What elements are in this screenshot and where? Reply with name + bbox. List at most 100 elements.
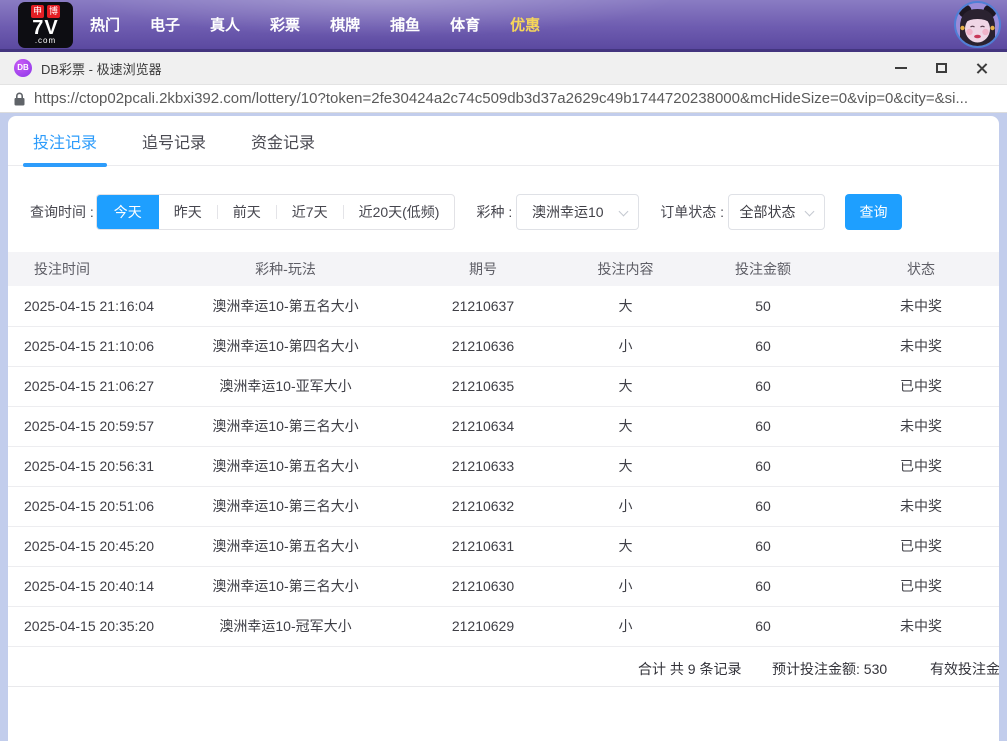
minimize-icon: [895, 67, 907, 69]
table-row: 2025-04-15 20:35:20澳洲幸运10-冠军大小21210629小6…: [8, 606, 999, 646]
maximize-button[interactable]: [921, 53, 961, 83]
table-row: 2025-04-15 20:59:57澳洲幸运10-第三名大小21210634大…: [8, 406, 999, 446]
cell-bet-content: 大: [568, 526, 683, 566]
cell-game-play: 澳洲幸运10-第三名大小: [173, 486, 398, 526]
cell-status: 未中奖: [843, 486, 999, 526]
cell-game-play: 澳洲幸运10-第五名大小: [173, 286, 398, 326]
table-header-row: 投注时间彩种-玩法期号投注内容投注金额状态: [8, 252, 999, 286]
column-header: 期号: [398, 252, 568, 286]
cell-issue-number: 21210633: [398, 446, 568, 486]
table-body: 2025-04-15 21:16:04澳洲幸运10-第五名大小21210637大…: [8, 286, 999, 646]
nav-item[interactable]: 热门: [90, 14, 120, 35]
time-filter-label: 查询时间 :: [30, 202, 94, 222]
column-header: 状态: [843, 252, 999, 286]
cell-bet-content: 小: [568, 566, 683, 606]
column-header: 投注内容: [568, 252, 683, 286]
summary-bar: 合计 共 9 条记录 预计投注金额: 530 有效投注金额: [8, 647, 999, 687]
cell-game-play: 澳洲幸运10-第五名大小: [173, 446, 398, 486]
close-button[interactable]: [961, 53, 1001, 83]
cell-bet-amount: 60: [683, 406, 843, 446]
cell-bet-amount: 60: [683, 606, 843, 646]
cell-issue-number: 21210630: [398, 566, 568, 606]
cell-status: 未中奖: [843, 286, 999, 326]
table-row: 2025-04-15 21:06:27澳洲幸运10-亚军大小21210635大6…: [8, 366, 999, 406]
table-row: 2025-04-15 20:56:31澳洲幸运10-第五名大小21210633大…: [8, 446, 999, 486]
site-navbar: 申 博 7V .com 热门 电子 真人 彩票 棋牌 捕鱼 体育 优惠: [0, 0, 1007, 52]
cell-bet-amount: 60: [683, 446, 843, 486]
cell-status: 已中奖: [843, 446, 999, 486]
cell-bet-amount: 50: [683, 286, 843, 326]
cell-game-play: 澳洲幸运10-第五名大小: [173, 526, 398, 566]
cell-issue-number: 21210636: [398, 326, 568, 366]
url-text[interactable]: https://ctop02pcali.2kbxi392.com/lottery…: [34, 90, 1007, 107]
cell-bet-time: 2025-04-15 21:06:27: [8, 366, 173, 406]
cell-game-play: 澳洲幸运10-亚军大小: [173, 366, 398, 406]
tab-active[interactable]: 投注记录: [33, 116, 97, 165]
nav-item[interactable]: 彩票: [270, 14, 300, 35]
table-row: 2025-04-15 20:51:06澳洲幸运10-第三名大小21210632小…: [8, 486, 999, 526]
cell-game-play: 澳洲幸运10-第四名大小: [173, 326, 398, 366]
order-status-select[interactable]: 全部状态: [728, 194, 825, 230]
cell-status: 已中奖: [843, 566, 999, 606]
nav-items: 热门 电子 真人 彩票 棋牌 捕鱼 体育 优惠: [90, 14, 954, 35]
site-logo[interactable]: 申 博 7V .com: [18, 2, 73, 48]
cell-status: 未中奖: [843, 606, 999, 646]
user-avatar-icon[interactable]: [954, 1, 1001, 48]
chevron-down-icon: [619, 207, 629, 217]
cell-game-play: 澳洲幸运10-第三名大小: [173, 406, 398, 446]
chevron-down-icon: [805, 207, 815, 217]
time-option[interactable]: 近20天(低频): [344, 195, 455, 229]
tab-inactive[interactable]: 资金记录: [251, 116, 315, 165]
lottery-select[interactable]: 澳洲幸运10: [516, 194, 639, 230]
browser-favicon-icon: DB: [14, 59, 32, 77]
time-option[interactable]: 前天: [218, 195, 276, 229]
cell-bet-content: 大: [568, 366, 683, 406]
cell-status: 已中奖: [843, 366, 999, 406]
cell-status: 未中奖: [843, 326, 999, 366]
bet-records-table: 投注时间彩种-玩法期号投注内容投注金额状态 2025-04-15 21:16:0…: [8, 252, 999, 647]
cell-bet-amount: 60: [683, 366, 843, 406]
lottery-filter-label: 彩种 :: [476, 202, 512, 222]
cell-game-play: 澳洲幸运10-第三名大小: [173, 566, 398, 606]
titlebar: DB DB彩票 - 极速浏览器: [0, 52, 1007, 85]
cell-bet-time: 2025-04-15 20:51:06: [8, 486, 173, 526]
url-bar: https://ctop02pcali.2kbxi392.com/lottery…: [0, 85, 1007, 113]
summary-valid-amount: 有效投注金额: [930, 659, 999, 679]
cell-bet-time: 2025-04-15 20:40:14: [8, 566, 173, 606]
cell-bet-content: 大: [568, 286, 683, 326]
time-option[interactable]: 昨天: [159, 195, 217, 229]
maximize-icon: [936, 63, 947, 73]
nav-item[interactable]: 真人: [210, 14, 240, 35]
tab-inactive[interactable]: 追号记录: [142, 116, 206, 165]
window-controls: [881, 53, 1001, 83]
time-option[interactable]: 今天: [97, 194, 159, 230]
search-button[interactable]: 查询: [845, 194, 902, 230]
time-option[interactable]: 近7天: [277, 195, 343, 229]
cell-bet-content: 小: [568, 606, 683, 646]
cell-issue-number: 21210634: [398, 406, 568, 446]
nav-item[interactable]: 棋牌: [330, 14, 360, 35]
lottery-select-value: 澳洲幸运10: [532, 202, 604, 222]
nav-item[interactable]: 捕鱼: [390, 14, 420, 35]
nav-item[interactable]: 优惠: [510, 14, 540, 35]
nav-item[interactable]: 电子: [150, 14, 180, 35]
lock-icon: [14, 92, 25, 106]
cell-bet-content: 大: [568, 446, 683, 486]
browser-window: 申 博 7V .com 热门 电子 真人 彩票 棋牌 捕鱼 体育 优惠: [0, 0, 1007, 742]
cell-issue-number: 21210632: [398, 486, 568, 526]
cell-bet-content: 小: [568, 326, 683, 366]
cell-bet-content: 小: [568, 486, 683, 526]
cell-issue-number: 21210637: [398, 286, 568, 326]
summary-total-count: 合计 共 9 条记录: [638, 659, 741, 679]
nav-item[interactable]: 体育: [450, 14, 480, 35]
minimize-button[interactable]: [881, 53, 921, 83]
table-row: 2025-04-15 20:40:14澳洲幸运10-第三名大小21210630小…: [8, 566, 999, 606]
logo-text: 7V: [32, 18, 58, 38]
cell-bet-time: 2025-04-15 20:35:20: [8, 606, 173, 646]
window-title: DB彩票 - 极速浏览器: [41, 59, 881, 78]
table-row: 2025-04-15 20:45:20澳洲幸运10-第五名大小21210631大…: [8, 526, 999, 566]
cell-game-play: 澳洲幸运10-冠军大小: [173, 606, 398, 646]
table-row: 2025-04-15 21:16:04澳洲幸运10-第五名大小21210637大…: [8, 286, 999, 326]
avatar-illustration: [956, 3, 999, 46]
cell-status: 已中奖: [843, 526, 999, 566]
